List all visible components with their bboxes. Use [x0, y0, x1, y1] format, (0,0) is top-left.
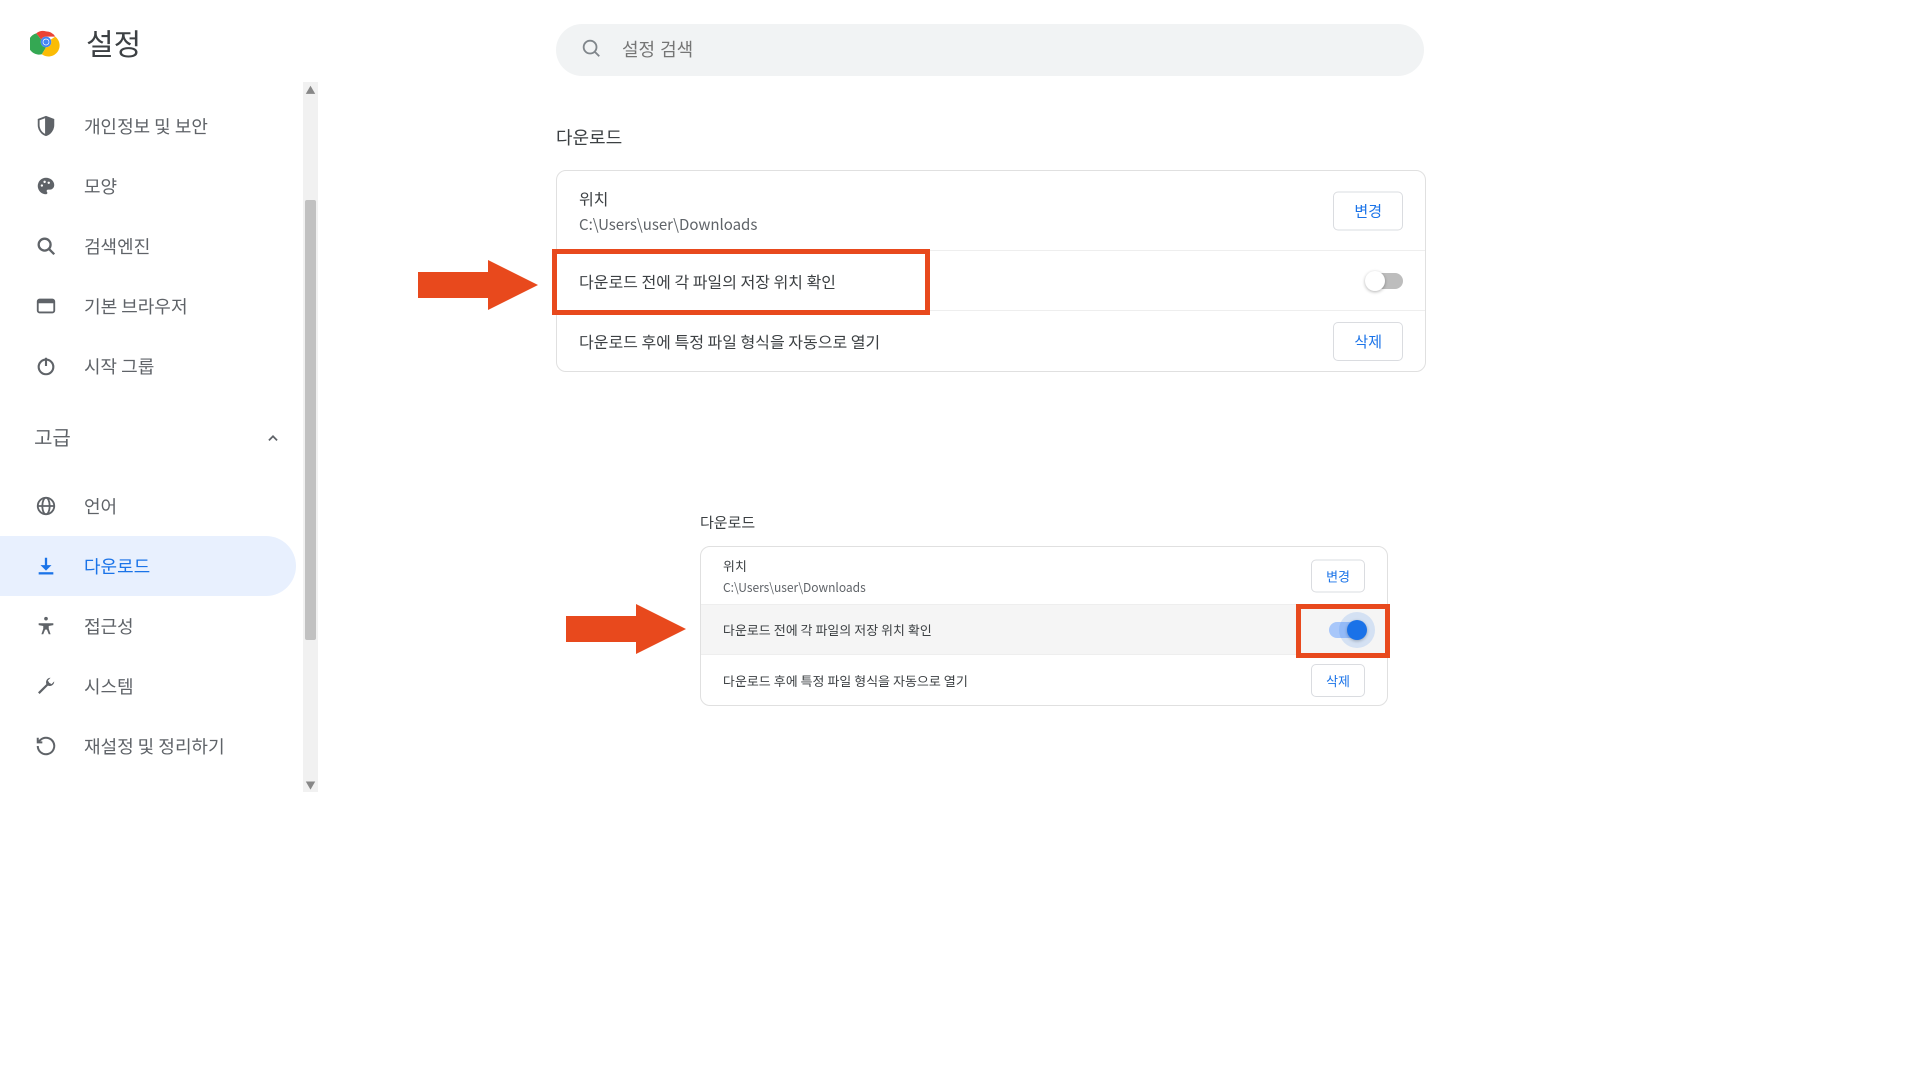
globe-icon [34, 494, 58, 518]
sidebar-item-system[interactable]: 시스템 [0, 656, 320, 716]
clear-auto-open-button[interactable]: 삭제 [1333, 322, 1403, 361]
sidebar-item-label: 검색엔진 [84, 233, 150, 259]
scroll-up-icon[interactable]: ▲ [303, 82, 318, 97]
change-location-button[interactable]: 변경 [1333, 191, 1403, 230]
auto-open-row: 다운로드 후에 특정 파일 형식을 자동으로 열기 삭제 [701, 655, 1387, 705]
sidebar-item-default-browser[interactable]: 기본 브라우저 [0, 276, 320, 336]
ask-before-download-label: 다운로드 전에 각 파일의 저장 위치 확인 [579, 269, 836, 293]
wrench-icon [34, 674, 58, 698]
nav-list: 개인정보 및 보안 모양 검색엔진 기본 브라우저 시작 그룹 [0, 92, 320, 776]
download-location-label: 위치 [723, 556, 747, 575]
clear-auto-open-button[interactable]: 삭제 [1311, 664, 1365, 697]
sidebar-section-advanced[interactable]: 고급 [0, 396, 320, 476]
auto-open-row: 다운로드 후에 특정 파일 형식을 자동으로 열기 삭제 [557, 311, 1425, 371]
header: 설정 [30, 20, 141, 64]
sidebar-item-label: 시스템 [84, 673, 134, 699]
sidebar-item-label: 개인정보 및 보안 [84, 113, 208, 139]
download-location-label: 위치 [579, 186, 608, 210]
accessibility-icon [34, 614, 58, 638]
sidebar-item-on-startup[interactable]: 시작 그룹 [0, 336, 320, 396]
sidebar-item-label: 기본 브라우저 [84, 293, 187, 319]
scrollbar[interactable]: ▲ ▼ [303, 82, 318, 792]
annotation-arrow-icon [566, 604, 686, 654]
sidebar-item-search-engine[interactable]: 검색엔진 [0, 216, 320, 276]
download-location-row: 위치 C:\Users\user\Downloads 변경 [701, 547, 1387, 605]
chrome-logo-icon [30, 26, 62, 58]
section-heading-downloads: 다운로드 [556, 124, 622, 150]
section-heading-downloads-after: 다운로드 [700, 512, 755, 533]
ask-before-download-row[interactable]: 다운로드 전에 각 파일의 저장 위치 확인 [557, 251, 1425, 311]
sidebar-item-language[interactable]: 언어 [0, 476, 320, 536]
shield-icon [34, 114, 58, 138]
change-location-button[interactable]: 변경 [1311, 559, 1365, 592]
sidebar-section-label: 고급 [34, 422, 71, 451]
sidebar: ▲ ▼ 개인정보 및 보안 모양 검색엔진 기본 브라우저 [0, 92, 320, 792]
annotation-arrow-icon [418, 260, 538, 310]
sidebar-item-privacy[interactable]: 개인정보 및 보안 [0, 96, 320, 156]
download-location-path: C:\Users\user\Downloads [579, 214, 757, 235]
auto-open-label: 다운로드 후에 특정 파일 형식을 자동으로 열기 [723, 671, 968, 690]
ask-before-download-label: 다운로드 전에 각 파일의 저장 위치 확인 [723, 620, 932, 639]
sidebar-item-appearance[interactable]: 모양 [0, 156, 320, 216]
power-icon [34, 354, 58, 378]
scroll-down-icon[interactable]: ▼ [303, 777, 318, 792]
restore-icon [34, 734, 58, 758]
ask-before-download-toggle[interactable] [1329, 622, 1365, 638]
sidebar-item-label: 재설정 및 정리하기 [84, 733, 225, 759]
auto-open-label: 다운로드 후에 특정 파일 형식을 자동으로 열기 [579, 329, 880, 353]
sidebar-item-label: 모양 [84, 173, 117, 199]
sidebar-item-accessibility[interactable]: 접근성 [0, 596, 320, 656]
sidebar-item-label: 언어 [84, 493, 117, 519]
sidebar-item-label: 시작 그룹 [84, 353, 154, 379]
download-location-row: 위치 C:\Users\user\Downloads 변경 [557, 171, 1425, 251]
downloads-card-after: 위치 C:\Users\user\Downloads 변경 다운로드 전에 각 … [700, 546, 1388, 706]
scroll-thumb[interactable] [305, 200, 316, 640]
browser-icon [34, 294, 58, 318]
page-title: 설정 [86, 20, 141, 64]
chevron-up-icon [266, 422, 280, 451]
sidebar-item-reset[interactable]: 재설정 및 정리하기 [0, 716, 320, 776]
search-input[interactable] [622, 40, 1400, 61]
search-icon [580, 37, 602, 64]
search-icon [34, 234, 58, 258]
download-location-path: C:\Users\user\Downloads [723, 579, 866, 596]
search-bar[interactable] [556, 24, 1424, 76]
sidebar-item-label: 다운로드 [84, 553, 150, 579]
sidebar-item-downloads[interactable]: 다운로드 [0, 536, 296, 596]
downloads-card: 위치 C:\Users\user\Downloads 변경 다운로드 전에 각 … [556, 170, 1426, 372]
download-icon [34, 554, 58, 578]
palette-icon [34, 174, 58, 198]
ask-before-download-row[interactable]: 다운로드 전에 각 파일의 저장 위치 확인 [701, 605, 1387, 655]
sidebar-item-label: 접근성 [84, 613, 134, 639]
ask-before-download-toggle[interactable] [1367, 273, 1403, 289]
